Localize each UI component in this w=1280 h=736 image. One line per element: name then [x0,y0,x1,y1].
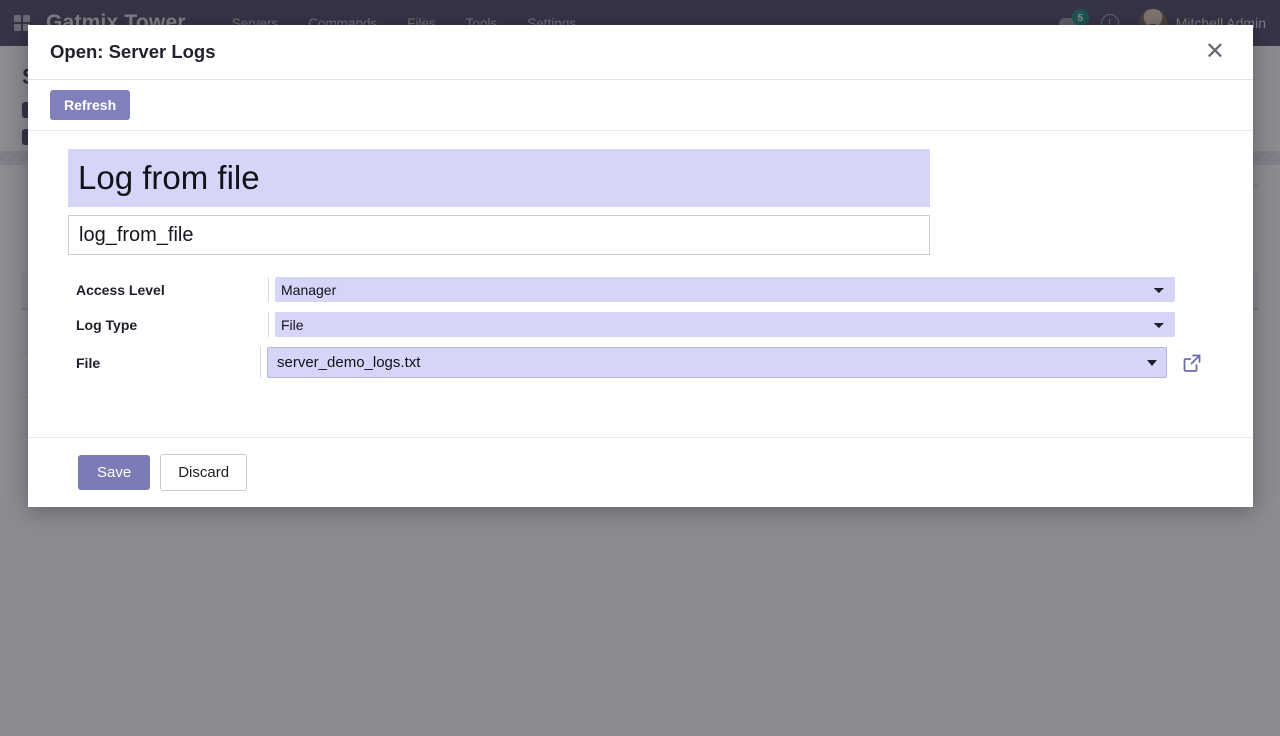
save-button[interactable]: Save [78,455,150,490]
file-input[interactable] [267,347,1167,378]
field-row-log-type: Log Type File [68,312,1203,337]
field-control-wrap: Manager [268,277,1203,302]
field-row-access-level: Access Level Manager [68,277,1203,302]
log-type-select[interactable]: File [275,312,1175,337]
field-label-log-type: Log Type [68,317,268,333]
modal-title: Open: Server Logs [50,41,216,63]
field-control-wrap [260,347,1203,378]
field-row-file: File [68,347,1203,378]
discard-button[interactable]: Discard [160,454,247,491]
field-label-file: File [68,355,260,371]
modal-toolbar: Refresh [28,80,1253,131]
access-level-select[interactable]: Manager [275,277,1175,302]
record-title-input[interactable] [68,149,930,207]
refresh-button[interactable]: Refresh [50,90,130,120]
field-control-wrap: File [268,312,1203,337]
caret-down-icon[interactable] [1147,360,1157,366]
record-technical-name-input[interactable] [68,215,930,255]
file-field-wrap [267,347,1167,378]
close-icon[interactable]: ✕ [1199,39,1231,65]
modal-form-sheet: Access Level Manager Log Type File [28,131,1253,437]
external-link-icon[interactable] [1181,352,1203,374]
modal-footer: Save Discard [28,437,1253,507]
modal-fields-group: Access Level Manager Log Type File [68,277,1213,378]
modal-header: Open: Server Logs ✕ [28,25,1253,80]
server-logs-modal: Open: Server Logs ✕ Refresh Access Level… [28,25,1253,507]
field-label-access-level: Access Level [68,282,268,298]
